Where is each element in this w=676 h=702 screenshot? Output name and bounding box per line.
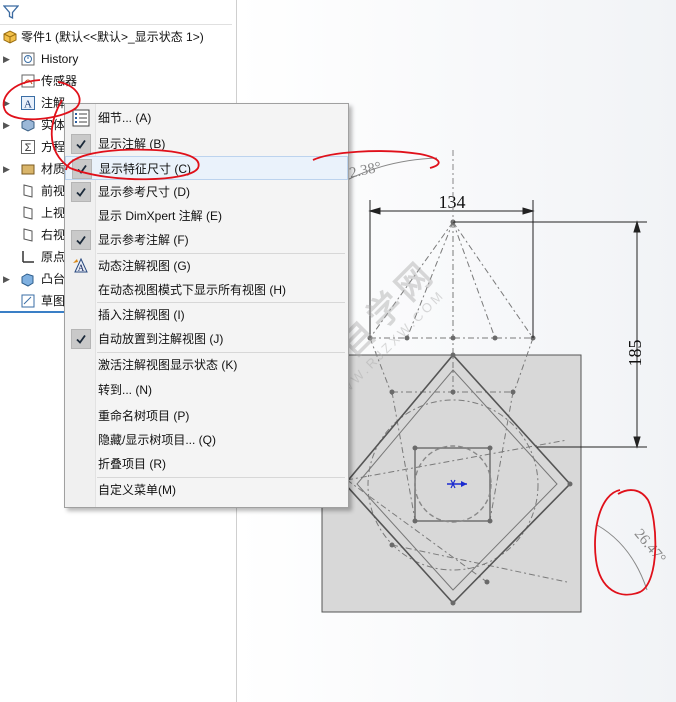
menu-item[interactable]: 重命名树项目 (P) [65, 404, 348, 428]
menu-item[interactable]: 在动态视图模式下显示所有视图 (H) [65, 278, 348, 302]
tree-item-label: History [41, 52, 79, 66]
checkmark-icon [72, 159, 92, 179]
checkmark-icon [71, 134, 91, 154]
menu-separator [97, 302, 345, 303]
solid-body-icon [21, 118, 35, 132]
menu-item-label: 显示参考注解 (F) [98, 233, 189, 247]
filter-icon[interactable] [3, 4, 19, 20]
sensor-icon [21, 74, 35, 88]
annotation-icon: A [21, 96, 35, 111]
menu-item[interactable]: 显示特征尺寸 (C) [65, 156, 348, 180]
menu-item[interactable]: 插入注解视图 (I) [65, 303, 348, 327]
checkmark-icon [71, 230, 91, 250]
tree-item-label: 上视 [41, 206, 66, 220]
menu-item-label: 自定义菜单(M) [98, 483, 176, 497]
dimension-185-text[interactable]: 185 [625, 340, 645, 367]
tree-item-label: 传感器 [41, 74, 78, 88]
boss-extrude-icon [21, 273, 34, 287]
menu-item[interactable]: 自定义菜单(M) [65, 478, 348, 502]
svg-text:Σ: Σ [25, 142, 32, 154]
dimension-134-text[interactable]: 134 [439, 192, 466, 212]
menu-item-label: 激活注解视图显示状态 (K) [98, 358, 238, 372]
menu-item-label: 显示 DimXpert 注解 (E) [98, 209, 223, 223]
equation-icon: Σ [21, 140, 35, 154]
menu-item-label: 重命名树项目 (P) [98, 409, 190, 423]
details-icon [72, 109, 90, 127]
plane-icon [23, 184, 33, 198]
menu-item[interactable]: 显示 DimXpert 注解 (E) [65, 204, 348, 228]
tree-item-label: 前视 [41, 184, 66, 198]
tree-item-label: 右视 [41, 228, 66, 242]
menu-item-label: 显示参考尺寸 (D) [98, 185, 190, 199]
tree-filter-bar[interactable] [0, 0, 232, 25]
tree-item[interactable]: 传感器 [0, 70, 236, 92]
svg-text:A: A [78, 263, 85, 273]
checkmark-icon [71, 182, 91, 202]
menu-item[interactable]: A 动态注解视图 (G) [65, 254, 348, 278]
menu-separator [97, 477, 345, 478]
tree-item-label: 凸台 [41, 272, 66, 286]
expand-arrow-icon[interactable]: ▶ [3, 158, 13, 180]
menu-item[interactable]: 显示参考尺寸 (D) [65, 180, 348, 204]
menu-separator [97, 253, 345, 254]
part-icon [3, 30, 17, 44]
sketch-icon [21, 294, 35, 308]
tree-item-label: 材质 [41, 162, 66, 176]
expand-arrow-icon[interactable]: ▶ [3, 114, 13, 136]
tree-item-label: 注解 [41, 96, 66, 110]
annotations-context-menu: 细节... (A) 显示注解 (B) 显示特征尺寸 (C) 显示参考尺寸 (D) 显示 … [64, 103, 349, 508]
menu-item-label: 折叠项目 (R) [98, 457, 166, 471]
history-icon [21, 52, 35, 66]
menu-item[interactable]: 激活注解视图显示状态 (K) [65, 353, 348, 377]
checkmark-icon [71, 329, 91, 349]
menu-item-label: 动态注解视图 (G) [98, 259, 191, 273]
menu-item-label: 插入注解视图 (I) [98, 308, 185, 322]
tree-item-label: 原点 [41, 250, 66, 264]
menu-item-label: 显示特征尺寸 (C) [99, 162, 191, 176]
menu-item-label: 自动放置到注解视图 (J) [98, 332, 224, 346]
plane-icon [23, 206, 33, 220]
menu-item[interactable]: 自动放置到注解视图 (J) [65, 327, 348, 351]
tree-item-label: 草图 [41, 294, 66, 308]
menu-item[interactable]: 隐藏/显示树项目... (Q) [65, 428, 348, 452]
menu-item-label: 细节... (A) [98, 111, 152, 125]
expand-arrow-icon[interactable]: ▶ [3, 268, 13, 290]
expand-arrow-icon[interactable]: ▶ [3, 48, 13, 70]
menu-item[interactable]: 显示参考注解 (F) [65, 228, 348, 252]
menu-item[interactable]: 显示注解 (B) [65, 132, 348, 156]
material-icon [21, 164, 35, 175]
origin-icon [22, 251, 34, 263]
plane-icon [23, 228, 33, 242]
menu-separator [97, 352, 345, 353]
menu-item-label: 隐藏/显示树项目... (Q) [98, 433, 216, 447]
menu-item[interactable]: 折叠项目 (R) [65, 452, 348, 476]
tree-root-part[interactable]: 零件1 (默认<<默认>_显示状态 1>) [0, 26, 236, 48]
tree-item[interactable]: ▶ History [0, 48, 236, 70]
dynamic-annotation-icon: A [73, 257, 88, 273]
menu-item-label: 在动态视图模式下显示所有视图 (H) [98, 283, 286, 297]
tree-item-label: 实体 [41, 118, 66, 132]
menu-item-label: 显示注解 (B) [98, 137, 166, 151]
menu-item-label: 转到... (N) [98, 383, 152, 397]
svg-text:A: A [24, 99, 32, 111]
menu-item[interactable]: 转到... (N) [65, 378, 348, 402]
tree-item-label: 方程 [41, 140, 66, 154]
expand-arrow-icon[interactable]: ▶ [3, 92, 13, 114]
menu-item[interactable]: 细节... (A) [65, 106, 348, 130]
tree-root-label: 零件1 (默认<<默认>_显示状态 1>) [21, 30, 204, 44]
